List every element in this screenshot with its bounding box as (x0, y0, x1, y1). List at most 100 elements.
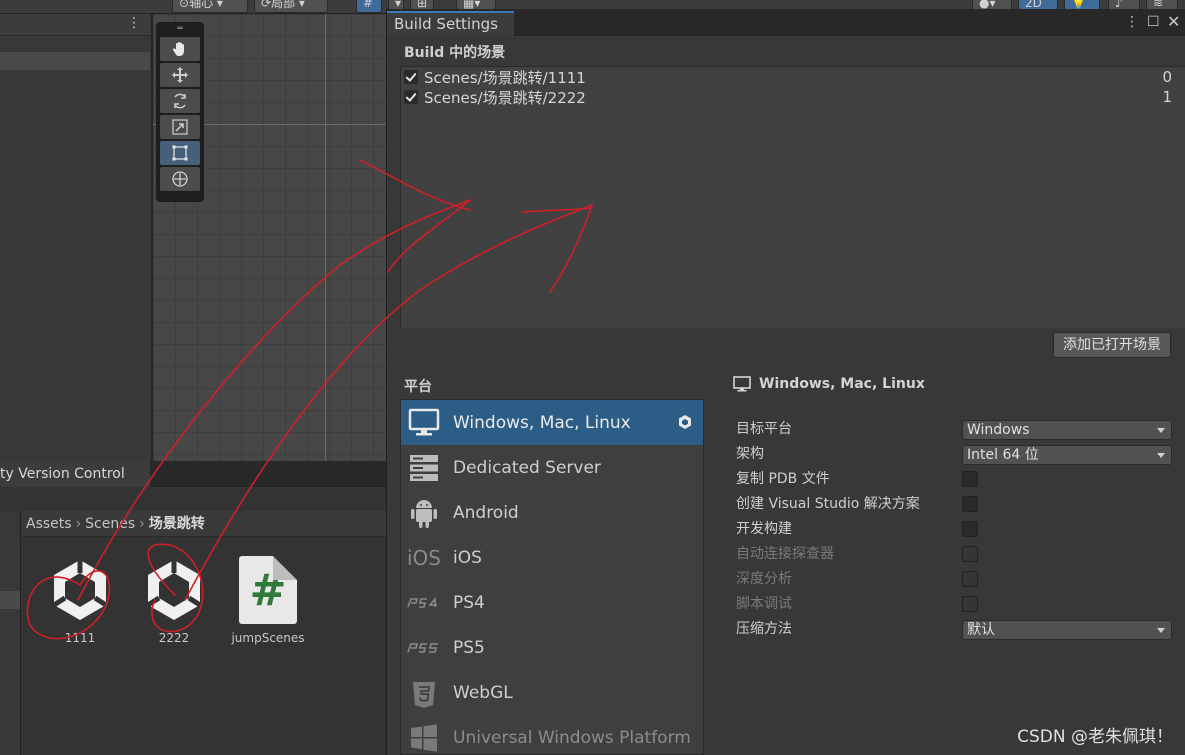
hierarchy-header: ⋮ (0, 14, 151, 36)
platform-settings-header: Windows, Mac, Linux (733, 373, 1183, 395)
platform-label: PS5 (453, 637, 485, 658)
compression-method-label: 压缩方法 (736, 621, 792, 637)
html5-icon (407, 676, 441, 710)
build-settings-window: Build Settings ⋮ ☐ ✕ Build 中的场景 Scenes/场… (386, 9, 1185, 755)
grid-axis-line (325, 14, 326, 461)
platform-settings-panel: Windows, Mac, Linux 目标平台 Windows 架构 Inte… (733, 373, 1183, 653)
platform-list-scrollbar[interactable] (703, 400, 704, 755)
project-panel: ty Version Control Assets › Scenes › 场景跳转 11… (0, 461, 386, 755)
windows-icon (407, 721, 441, 755)
folder-tree-selected-row[interactable] (0, 591, 20, 609)
tool-palette: ═ (156, 22, 204, 202)
rect-tool-button[interactable] (160, 141, 200, 165)
platform-item-webgl[interactable]: WebGL (401, 670, 703, 715)
rotate-tool-button[interactable] (160, 89, 200, 113)
unity-scene-icon (46, 555, 114, 625)
pivot-label: 轴心 (189, 0, 214, 10)
development-build-row: 开发构建 (736, 518, 1176, 540)
unity-editor: ⊙轴心 ▾ ⟳局部 ▾ # ▾ ⊞ ▦▾ ●▾ 2D 💡 ♪ ≋ ⋮ ═ ty … (0, 0, 1185, 755)
more-options-icon[interactable]: ⋮ (127, 14, 141, 32)
scale-icon (172, 119, 188, 135)
close-icon[interactable]: ✕ (1167, 13, 1180, 31)
deep-profiling-row: 深度分析 (736, 568, 1176, 590)
deep-profiling-checkbox[interactable] (962, 571, 978, 587)
scene-row[interactable]: Scenes/场景跳转/2222 1 (401, 87, 1185, 107)
asset-scene-1111[interactable]: 1111 (40, 555, 120, 655)
android-icon (407, 496, 441, 530)
platform-label: Windows, Mac, Linux (453, 412, 631, 433)
project-folder-tree (0, 511, 21, 755)
script-debugging-checkbox[interactable] (962, 596, 978, 612)
platform-item-uwp[interactable]: Universal Windows Platform (401, 715, 703, 755)
ps5-icon (407, 631, 441, 665)
rect-transform-icon (172, 145, 188, 161)
development-build-checkbox[interactable] (962, 521, 978, 537)
chevron-right-icon: › (139, 516, 145, 532)
tab-version-control[interactable]: ty Version Control (0, 461, 150, 487)
architecture-dropdown[interactable]: Intel 64 位 (962, 445, 1172, 465)
asset-scene-2222[interactable]: 2222 (134, 555, 214, 655)
breadcrumb-scenes[interactable]: Scenes (85, 516, 135, 532)
compression-method-row: 压缩方法 默认 (736, 618, 1176, 640)
hand-icon (172, 42, 184, 56)
scene-include-checkbox[interactable] (404, 70, 418, 84)
compression-method-dropdown[interactable]: 默认 (962, 620, 1172, 640)
platform-settings-title: Windows, Mac, Linux (759, 376, 925, 392)
chevron-right-icon: › (75, 516, 82, 532)
add-open-scenes-button[interactable]: 添加已打开场景 (1053, 332, 1171, 358)
platform-label: WebGL (453, 682, 513, 703)
platform-item-ps4[interactable]: PS4 (401, 580, 703, 625)
platform-item-ios[interactable]: iOS iOS (401, 535, 703, 580)
autoconnect-profiler-checkbox[interactable] (962, 546, 978, 562)
project-tab-bar: ty Version Control (0, 461, 386, 487)
pivot-button[interactable]: ⊙轴心 ▾ (172, 0, 248, 13)
window-title-bar: Build Settings ⋮ ☐ ✕ (387, 9, 1185, 36)
transform-tool-button[interactable] (160, 167, 200, 191)
unity-scene-icon (140, 555, 208, 625)
copy-pdb-label: 复制 PDB 文件 (736, 471, 830, 487)
platform-item-dedicated-server[interactable]: Dedicated Server (401, 445, 703, 490)
platform-label: Android (453, 502, 519, 523)
hand-tool-button[interactable] (160, 37, 200, 61)
scene-row[interactable]: Scenes/场景跳转/1111 0 (401, 67, 1185, 87)
script-debugging-label: 脚本调试 (736, 596, 792, 612)
scenes-in-build-list[interactable]: Scenes/场景跳转/1111 0 Scenes/场景跳转/2222 1 (400, 66, 1185, 328)
snap-button[interactable]: # (356, 0, 382, 13)
project-file-grid: 1111 2222 # jumpScenes (22, 537, 386, 755)
platform-item-android[interactable]: Android (401, 490, 703, 535)
hierarchy-selected-row[interactable] (0, 52, 150, 70)
breadcrumb: Assets › Scenes › 场景跳转 (22, 511, 386, 537)
scale-tool-button[interactable] (160, 115, 200, 139)
maximize-icon[interactable]: ☐ (1147, 13, 1160, 31)
platform-item-ps5[interactable]: PS5 (401, 625, 703, 670)
local-button[interactable]: ⟳局部 ▾ (254, 0, 328, 13)
transform-icon (172, 171, 188, 187)
create-vs-solution-checkbox[interactable] (962, 496, 978, 512)
target-platform-dropdown[interactable]: Windows (962, 420, 1172, 440)
hierarchy-panel: ⋮ (0, 14, 152, 461)
platform-item-windows-mac-linux[interactable]: Windows, Mac, Linux (401, 400, 703, 445)
scene-index: 0 (1162, 68, 1172, 86)
target-platform-label: 目标平台 (736, 421, 792, 437)
ps4-icon (407, 586, 441, 620)
breadcrumb-assets[interactable]: Assets (26, 516, 72, 532)
create-vs-solution-label: 创建 Visual Studio 解决方案 (736, 496, 920, 512)
palette-grip-icon[interactable]: ═ (160, 25, 200, 35)
move-tool-button[interactable] (160, 63, 200, 87)
platform-label: Universal Windows Platform (453, 727, 691, 748)
breadcrumb-current[interactable]: 场景跳转 (149, 516, 205, 532)
asset-script-jumpscenes[interactable]: # jumpScenes (228, 555, 308, 655)
platform-label: iOS (453, 547, 482, 568)
scene-index: 1 (1162, 88, 1172, 106)
development-build-label: 开发构建 (736, 521, 792, 537)
deep-profiling-label: 深度分析 (736, 571, 792, 587)
tab-build-settings[interactable]: Build Settings (387, 11, 514, 36)
monitor-icon (733, 376, 751, 392)
unity-logo-icon (679, 415, 691, 429)
local-label: 局部 (271, 0, 296, 10)
architecture-label: 架构 (736, 446, 764, 462)
copy-pdb-checkbox[interactable] (962, 471, 978, 487)
scene-include-checkbox[interactable] (404, 90, 418, 104)
tab-label: ty Version Control (0, 466, 125, 482)
more-options-icon[interactable]: ⋮ (1125, 13, 1139, 31)
